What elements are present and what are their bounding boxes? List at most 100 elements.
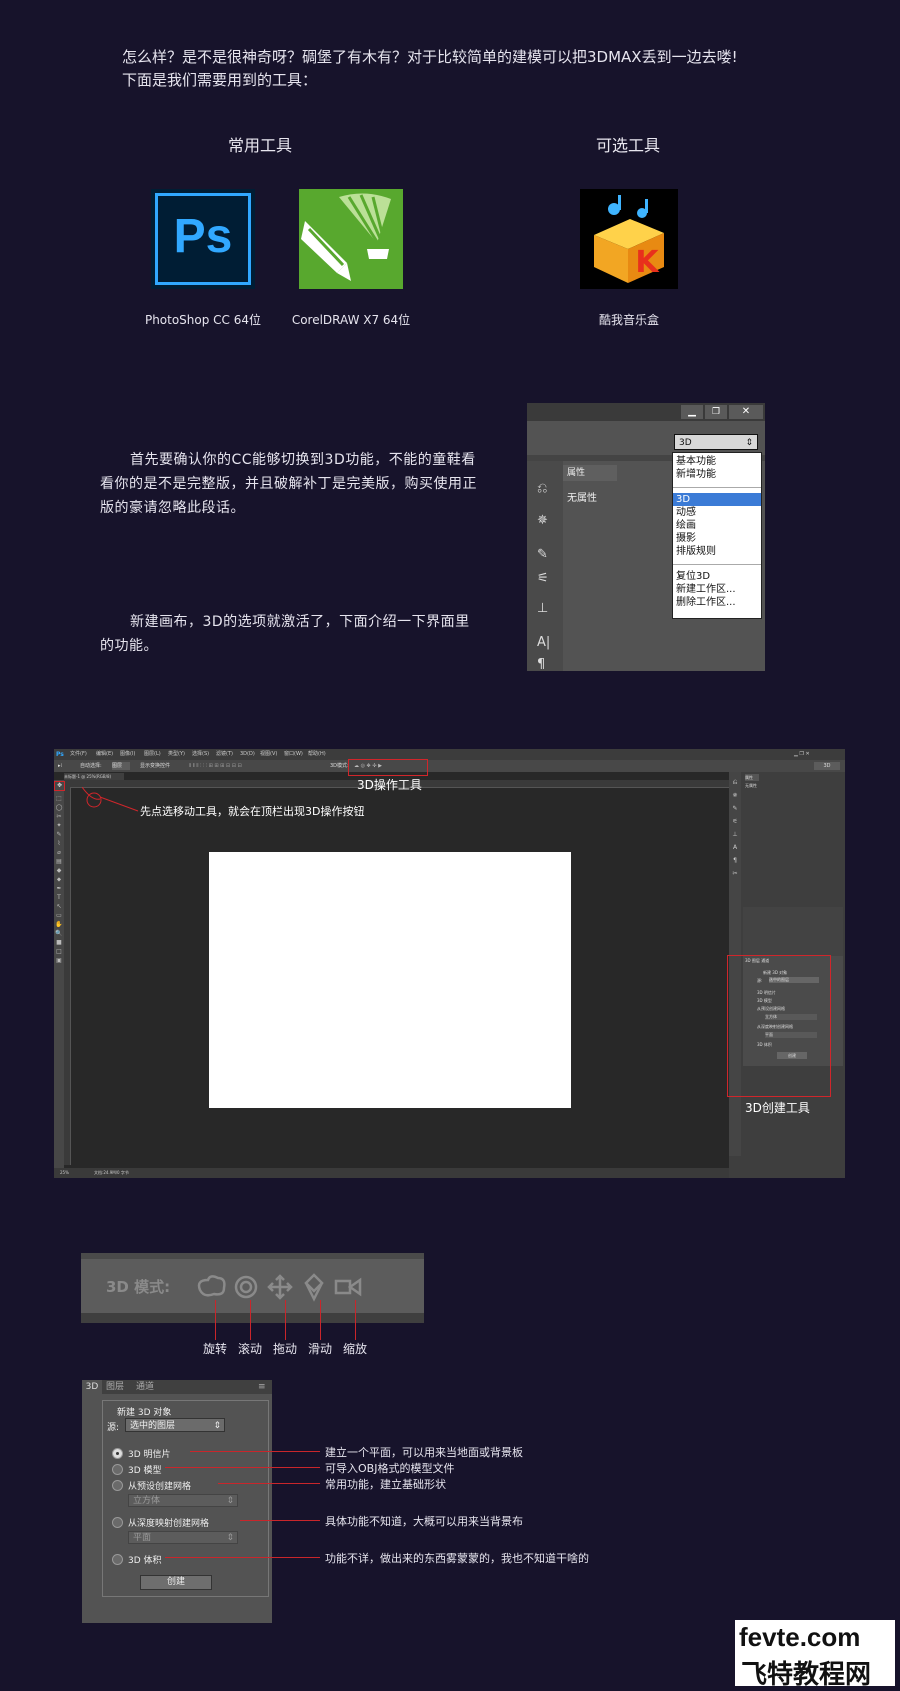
menu-edit[interactable]: 编辑(E) <box>96 749 113 760</box>
radio-preset[interactable] <box>112 1480 123 1491</box>
option-volume[interactable]: 3D 体积 <box>128 1553 162 1566</box>
3d-tools-label: 3D操作工具 <box>357 778 422 792</box>
menu-select[interactable]: 选择(S) <box>192 749 209 760</box>
new-3d-object-title: 新建 3D 对象 <box>117 1408 172 1418</box>
scale-icon[interactable] <box>334 1277 362 1297</box>
pointer-slide <box>320 1300 321 1340</box>
menu-item-painting[interactable]: 绘画 <box>673 519 761 532</box>
paragraph-icon[interactable]: ¶ <box>537 657 545 671</box>
watermark-site-name: 飞特教程网 <box>741 1660 872 1690</box>
workspace-switcher[interactable]: 3D <box>814 762 840 770</box>
3d-create-highlight <box>727 955 831 1097</box>
photoshop-logo-text: Ps <box>173 210 233 263</box>
menu-item-photography[interactable]: 摄影 <box>673 532 761 545</box>
caption-drag: 拖动 <box>272 1342 297 1356</box>
option-preset-mesh[interactable]: 从预设创建网格 <box>128 1479 191 1492</box>
desc-line-5 <box>165 1557 320 1558</box>
caption-slide: 滑动 <box>307 1342 332 1356</box>
menu-layer[interactable]: 图层(L) <box>144 749 161 760</box>
desc-line-1 <box>190 1451 320 1452</box>
tool-icons[interactable]: ⬚ ◯ ✂ ✦ ✎ ⌇ ⌀ ▤ ◆ ⬥ ✒ T ↖ ▭ ✋ 🔍 ■ □ ▣ <box>55 794 63 1044</box>
roll-icon[interactable] <box>234 1275 258 1299</box>
menu-view[interactable]: 视图(V) <box>260 749 277 760</box>
zoom-level[interactable]: 25% <box>60 1168 69 1178</box>
menu-item-typography[interactable]: 排版规则 <box>673 545 761 558</box>
source-select[interactable]: 选中的图层 ⇕ <box>125 1418 225 1432</box>
radio-volume[interactable] <box>112 1554 123 1565</box>
menu-window[interactable]: 窗口(W) <box>284 749 303 760</box>
brush-icon[interactable]: ✎ <box>537 547 548 562</box>
desc-line-2 <box>165 1467 320 1468</box>
photoshop-caption: PhotoShop CC 64位 <box>144 313 262 327</box>
drag-icon[interactable] <box>267 1274 293 1300</box>
workspace-select-value: 3D <box>679 438 692 448</box>
option-postcard[interactable]: 3D 明信片 <box>128 1447 171 1460</box>
tab-layers[interactable]: 图层 <box>106 1380 124 1394</box>
menu-file[interactable]: 文件(F) <box>70 749 87 760</box>
source-select-value: 选中的图层 <box>130 1421 176 1431</box>
minimize-button[interactable]: ▁ <box>681 405 703 419</box>
radio-postcard[interactable] <box>112 1448 123 1459</box>
panel-menu-icon[interactable]: ≡ <box>258 1380 266 1394</box>
create-button[interactable]: 创建 <box>140 1575 212 1590</box>
document-tab[interactable]: 未标题-1 @ 25%(RGB/8) <box>64 773 124 780</box>
workspace-select[interactable]: 3D ⇕ <box>674 434 758 450</box>
menu-3d[interactable]: 3D(D) <box>240 749 255 760</box>
align-icons[interactable]: ⫴ ⫴ ⫴ ⫶ ⫶ ⫶ ⊞ ⊞ ⊞ ⊟ ⊟ ⊟ <box>189 760 242 772</box>
tab-3d[interactable]: 3D <box>82 1380 102 1394</box>
menu-filter[interactable]: 滤镜(T) <box>216 749 233 760</box>
move-tool-preset-icon[interactable]: ▸⁞ <box>58 760 62 772</box>
radio-model[interactable] <box>112 1464 123 1475</box>
menu-help[interactable]: 帮助(H) <box>308 749 326 760</box>
kuwo-caption: 酷我音乐盒 <box>598 313 659 327</box>
properties-body: 无属性 <box>567 493 597 504</box>
menu-item-delete-workspace[interactable]: 删除工作区... <box>673 596 761 609</box>
preset-select[interactable]: 立方体 ⇕ <box>128 1494 238 1507</box>
menu-item-reset-3d[interactable]: 复位3D <box>673 570 761 583</box>
menu-item-motion[interactable]: 动感 <box>673 506 761 519</box>
menu-bar: Ps 文件(F) 编辑(E) 图像(I) 图层(L) 类型(Y) 选择(S) 滤… <box>54 749 845 760</box>
sun-icon[interactable]: ✵ <box>537 513 548 528</box>
desc-line-3 <box>218 1483 320 1484</box>
adjust-icon[interactable]: ⚟ <box>537 571 549 586</box>
type-icon[interactable]: A| <box>537 635 550 650</box>
desc-postcard: 建立一个平面，可以用来当地面或背景板 <box>325 1446 523 1459</box>
desc-depth: 具体功能不知道，大概可以用来当背景布 <box>325 1515 523 1528</box>
menu-image[interactable]: 图像(I) <box>120 749 135 760</box>
select-arrow-icon: ⇕ <box>745 438 753 448</box>
menu-item-basic[interactable]: 基本功能 <box>676 455 758 468</box>
restore-button[interactable]: ❐ <box>705 405 727 419</box>
select-arrow-icon: ⇕ <box>226 1533 234 1543</box>
tab-channels[interactable]: 通道 <box>136 1380 154 1394</box>
document-size: 文档:24.9M/0 字节 <box>94 1170 129 1175</box>
document-canvas[interactable] <box>209 852 571 1108</box>
option-model[interactable]: 3D 模型 <box>128 1463 162 1476</box>
option-depth-mesh[interactable]: 从深度映射创建网格 <box>128 1516 209 1529</box>
select-arrow-icon: ⇕ <box>226 1496 234 1506</box>
properties-tab[interactable]: 属性 <box>563 465 617 481</box>
paragraph-cc-check: 首先要确认你的CC能够切换到3D功能，不能的童鞋看看你的是不是完整版，并且破解补… <box>100 452 477 516</box>
paragraph-new-canvas: 新建画布，3D的选项就激活了，下面介绍一下界面里的功能。 <box>100 614 470 654</box>
depth-select[interactable]: 平面 ⇕ <box>128 1531 238 1544</box>
window-controls[interactable]: ▁ ❐ ✕ <box>794 749 810 760</box>
slide-icon[interactable] <box>304 1273 324 1302</box>
auto-select-dropdown[interactable]: 图层 <box>112 762 130 770</box>
options-bar: ▸⁞ 自动选择: 图层 显示变换控件 ⫴ ⫴ ⫴ ⫶ ⫶ ⫶ ⊞ ⊞ ⊞ ⊟ ⊟… <box>54 760 845 772</box>
3d-panel-tabbar: 3D 图层 通道 ≡ <box>82 1380 272 1394</box>
desc-line-4 <box>240 1520 320 1521</box>
radio-depth[interactable] <box>112 1517 123 1528</box>
3d-create-label: 3D创建工具 <box>745 1101 810 1115</box>
show-transform-checkbox[interactable]: 显示变换控件 <box>140 760 170 772</box>
panel-dock: ⎌ ✵ ✎ ⚟ ⊥ A| ¶ <box>527 461 563 671</box>
preset-select-value: 立方体 <box>133 1496 161 1506</box>
props-tab[interactable]: 属性 <box>745 774 759 781</box>
menu-type[interactable]: 类型(Y) <box>168 749 185 760</box>
close-button[interactable]: ✕ <box>729 405 763 419</box>
stamp-icon[interactable]: ⊥ <box>537 601 548 616</box>
menu-item-new-workspace[interactable]: 新建工作区... <box>673 583 761 596</box>
menu-item-new-features[interactable]: 新增功能 <box>676 468 758 481</box>
menu-item-3d[interactable]: 3D <box>673 493 761 506</box>
history-icon[interactable]: ⎌ <box>537 481 547 496</box>
rotate-icon[interactable] <box>197 1275 226 1297</box>
move-tool-icon[interactable]: ✥ <box>54 781 65 791</box>
